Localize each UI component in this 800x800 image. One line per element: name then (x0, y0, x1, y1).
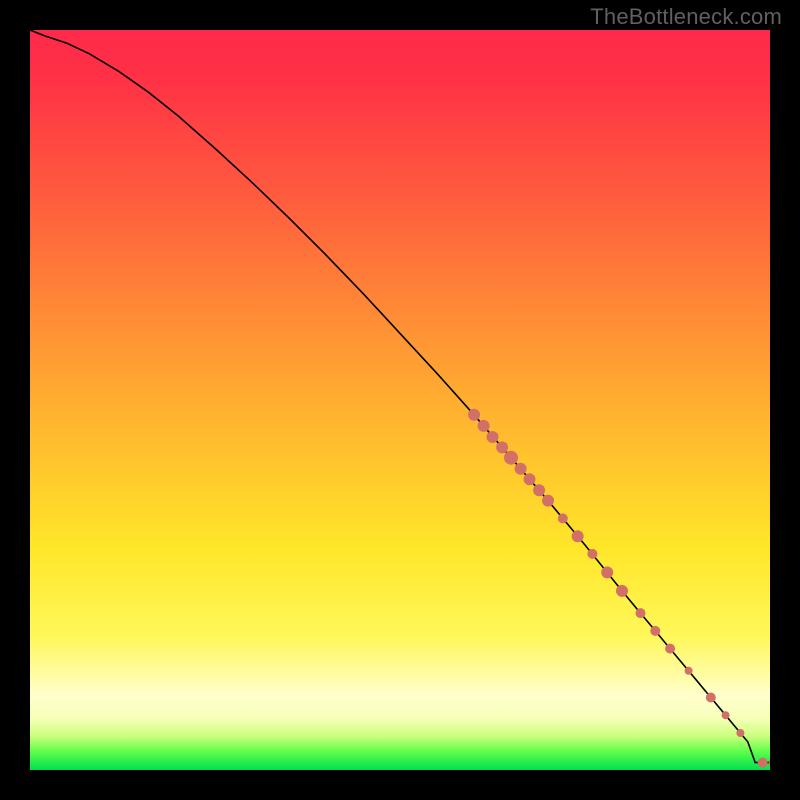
data-point (533, 484, 545, 496)
data-point (650, 626, 660, 636)
data-point (636, 608, 646, 618)
bottleneck-curve (30, 30, 770, 763)
data-point (478, 420, 490, 432)
data-point (515, 463, 527, 475)
data-point (587, 549, 597, 559)
data-point (706, 693, 716, 703)
data-point (558, 513, 568, 523)
data-point (769, 758, 770, 768)
data-point (496, 441, 508, 453)
data-point (722, 711, 730, 719)
chart-svg (30, 30, 770, 770)
data-point (616, 585, 628, 597)
data-points (468, 409, 770, 768)
plot-area (30, 30, 770, 770)
data-point (504, 451, 518, 465)
watermark-text: TheBottleneck.com (590, 4, 782, 30)
data-point (758, 758, 768, 768)
data-point (468, 409, 480, 421)
data-point (601, 566, 613, 578)
data-point (736, 729, 744, 737)
data-point (572, 530, 584, 542)
chart-stage: TheBottleneck.com (0, 0, 800, 800)
data-point (487, 431, 499, 443)
data-point (524, 473, 536, 485)
data-point (542, 495, 554, 507)
data-point (685, 667, 693, 675)
data-point (665, 644, 675, 654)
